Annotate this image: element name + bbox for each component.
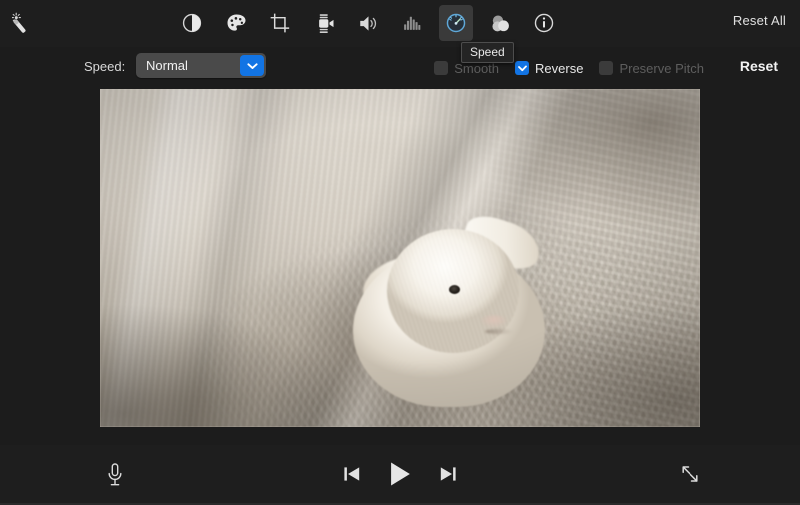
speedometer-icon bbox=[446, 13, 466, 33]
photo-vignette bbox=[100, 89, 700, 427]
info-circle-icon bbox=[534, 13, 554, 33]
color-balance-icon bbox=[182, 13, 202, 33]
skip-to-start-icon[interactable] bbox=[339, 459, 365, 489]
tool-volume[interactable] bbox=[351, 5, 385, 41]
tool-noise-reduction[interactable] bbox=[395, 5, 429, 41]
tool-color-balance[interactable] bbox=[175, 5, 209, 41]
checkbox-reverse[interactable]: Reverse bbox=[515, 61, 583, 76]
play-icon[interactable] bbox=[387, 459, 413, 489]
checkbox-reverse-label: Reverse bbox=[535, 60, 584, 76]
tool-info[interactable] bbox=[527, 5, 561, 41]
tool-crop[interactable] bbox=[263, 5, 297, 41]
video-preview-image[interactable] bbox=[100, 89, 700, 427]
microphone-icon[interactable] bbox=[100, 459, 130, 491]
speed-dropdown-value: Normal bbox=[146, 58, 188, 73]
tool-button-group bbox=[175, 5, 561, 41]
checkbox-preserve-pitch[interactable]: Preserve Pitch bbox=[599, 61, 704, 76]
playback-bar bbox=[0, 445, 800, 505]
equalizer-icon bbox=[404, 16, 421, 30]
checkmark-icon bbox=[517, 65, 527, 71]
tool-speed[interactable] bbox=[439, 5, 473, 41]
transport-controls bbox=[339, 459, 461, 489]
checkbox-preserve-pitch-label: Preserve Pitch bbox=[619, 60, 704, 76]
video-camera-icon bbox=[318, 13, 334, 33]
checkbox-smooth-box bbox=[434, 61, 449, 75]
reset-all-button[interactable]: Reset All bbox=[733, 13, 786, 28]
checkbox-reverse-box bbox=[515, 61, 530, 75]
tool-stabilization[interactable] bbox=[307, 5, 341, 41]
expand-arrows-icon[interactable] bbox=[676, 460, 704, 488]
speed-tooltip: Speed bbox=[461, 42, 514, 63]
adjustments-toolbar: Reset All bbox=[0, 0, 800, 47]
color-palette-icon bbox=[226, 13, 246, 31]
speaker-icon bbox=[359, 15, 376, 31]
tool-clip-filter[interactable] bbox=[483, 5, 517, 41]
video-preview-area bbox=[0, 89, 800, 445]
crop-icon bbox=[270, 13, 290, 33]
skip-to-end-icon[interactable] bbox=[435, 459, 461, 489]
checkbox-preserve-pitch-box bbox=[599, 61, 614, 75]
magic-wand-icon[interactable] bbox=[6, 8, 40, 38]
chevron-down-icon bbox=[240, 55, 264, 76]
overlapping-circles-icon bbox=[491, 14, 509, 31]
video-editor-window: Reset All Speed: Normal Smooth Reverse P… bbox=[0, 0, 800, 505]
reset-button[interactable]: Reset bbox=[740, 58, 778, 74]
tool-color-correction[interactable] bbox=[219, 5, 253, 41]
speed-dropdown[interactable]: Normal bbox=[136, 53, 266, 78]
speed-label: Speed: bbox=[84, 59, 126, 74]
speed-options-row: Speed: Normal Smooth Reverse Preserve Pi… bbox=[0, 47, 800, 89]
